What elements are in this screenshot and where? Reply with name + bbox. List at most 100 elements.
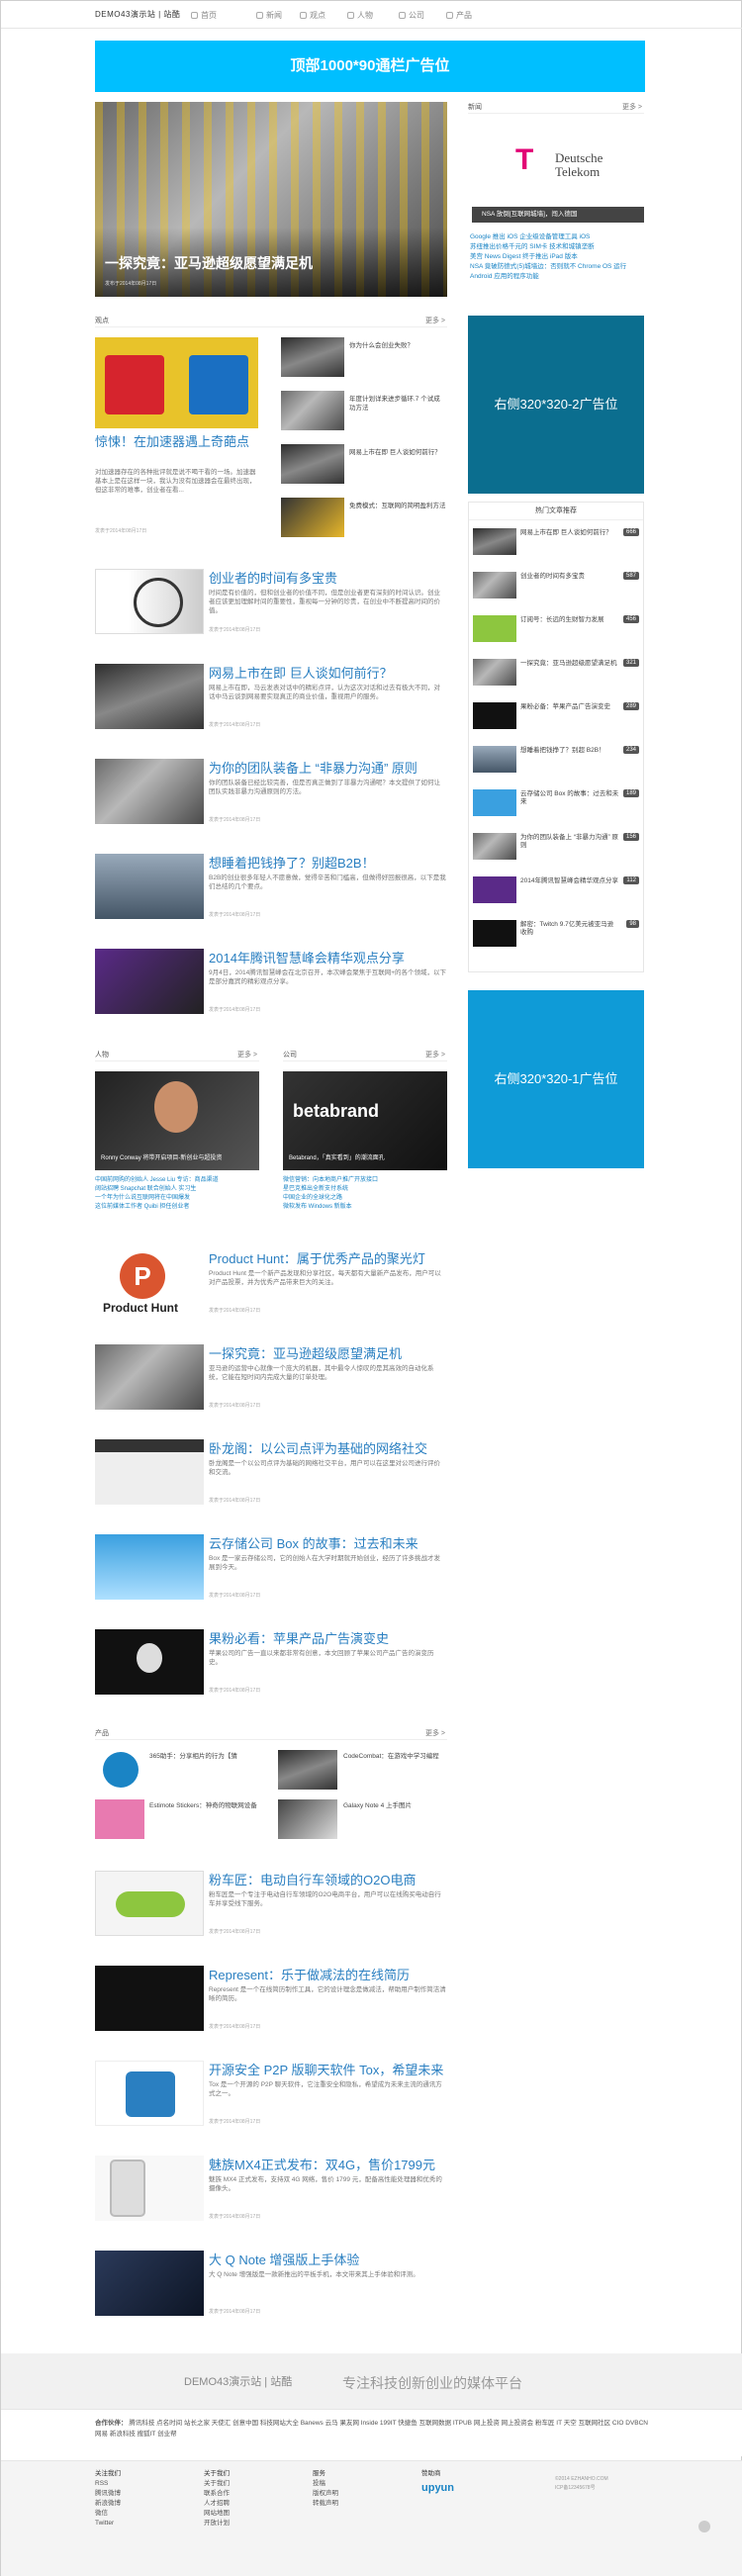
hot-item[interactable]: 解密：Twitch 9.7亿美元被亚马逊收购 98 — [469, 918, 645, 950]
article-item[interactable]: Represent：乐于做减法的在线简历 Represent 是一个在线简历制作… — [95, 1966, 447, 2045]
people-link[interactable]: 阔站招聘 Snapchat 联合创始人 实习生 — [95, 1185, 259, 1194]
news-link[interactable]: NSA 竟破防德式(5)城墙边：否则就不 Chrome OS 运行 Androi… — [470, 262, 644, 282]
people-link[interactable]: 一个年为什么说互联网将在中国爆发 — [95, 1194, 259, 1203]
views-side-link[interactable]: 年度计划详来进步循环.7 个试成功方法 — [349, 395, 446, 413]
views-side-link[interactable]: 网易上市在即 巨人谈如何前行？ — [349, 448, 446, 457]
product-link[interactable]: Estimote Stickers：神奇的物联网设备 — [149, 1801, 258, 1810]
product-thumb[interactable] — [95, 1799, 144, 1839]
article-title[interactable]: 果粉必看：苹果产品广告演变史 — [209, 1631, 446, 1647]
right-ad-1[interactable]: 右侧320*320-1广告位 — [468, 990, 644, 1168]
article-title[interactable]: 粉车匠：电动自行车领域的O2O电商 — [209, 1873, 446, 1888]
company-feature-image[interactable]: betabrand Betabrand，「真实看到」的潮流面孔 — [283, 1071, 447, 1170]
partner-link[interactable]: Inside — [361, 2420, 378, 2427]
footer-link[interactable]: 人才招聘 — [204, 2499, 313, 2509]
footer-link[interactable]: 关于我们 — [204, 2479, 313, 2489]
article-title[interactable]: Represent：乐于做减法的在线简历 — [209, 1968, 446, 1983]
partner-link[interactable]: Banews — [301, 2420, 324, 2427]
footer-link[interactable]: 转载声明 — [313, 2499, 421, 2509]
company-more-link[interactable]: 更多 > — [425, 1050, 445, 1059]
partner-link[interactable]: 腾讯科技 — [129, 2420, 154, 2427]
article-title[interactable]: 大 Q Note 增强版上手体验 — [209, 2253, 446, 2268]
article-title[interactable]: 为你的团队装备上 “非暴力沟通” 原则 — [209, 761, 446, 777]
article-item[interactable]: 一探究竟：亚马逊超级愿望满足机 亚马逊的运营中心就像一个庞大的机器，其中最令人惊… — [95, 1344, 447, 1424]
hot-item[interactable]: 果粉必备：苹果产品广告演变史 289 — [469, 700, 645, 732]
article-item[interactable]: 2014年腾讯智慧峰会精华观点分享 9月4日，2014腾讯智慧峰会在北京召开，本… — [95, 949, 447, 1028]
article-item[interactable]: 粉车匠：电动自行车领域的O2O电商 粉车匠是一个专注于电动自行车领域的O2O电商… — [95, 1871, 447, 1950]
views-side-thumb[interactable] — [281, 498, 344, 537]
product-thumb[interactable] — [278, 1799, 337, 1839]
views-side-thumb[interactable] — [281, 444, 344, 484]
partner-link[interactable]: 站长之家 — [184, 2420, 210, 2427]
partner-link[interactable]: 科技网站大全 — [260, 2420, 299, 2427]
footer-link[interactable]: 开放计划 — [204, 2519, 313, 2529]
product-link[interactable]: 365助手：分享相片的行为【猜 — [149, 1752, 258, 1761]
hero-slide[interactable]: 一探究竟：亚马逊超级愿望满足机 发布于2014年08月17日 — [95, 102, 447, 297]
article-title[interactable]: 2014年腾讯智慧峰会精华观点分享 — [209, 951, 446, 966]
sina-weibo-link[interactable]: 新浪微博 — [95, 2499, 204, 2509]
news-link[interactable]: 苏纽推出价格千元的 SIM卡 技术和城镇垄断 — [470, 242, 644, 252]
partner-link[interactable]: 快捷鱼 — [398, 2420, 417, 2427]
partner-link[interactable]: 点名时间 — [156, 2420, 182, 2427]
article-title[interactable]: 一探究竟：亚马逊超级愿望满足机 — [209, 1346, 446, 1362]
partner-link[interactable]: ITPUB — [453, 2420, 472, 2427]
hot-item[interactable]: 云存储公司 Box 的故事：过去和未来 189 — [469, 787, 645, 819]
article-item[interactable]: 想睡着把钱挣了？别超B2B！ B2B的创业很多年轻人不愿意做，觉得辛苦和门槛高，… — [95, 854, 447, 933]
partner-link[interactable]: 创意中国 — [232, 2420, 258, 2427]
partner-link[interactable]: CIO — [612, 2420, 624, 2427]
nav-news[interactable]: 新闻 — [256, 10, 282, 21]
people-link[interactable]: 中国前网购的创始人 Jesse Liu 专访：商品渠道 — [95, 1176, 259, 1185]
views-side-thumb[interactable] — [281, 337, 344, 377]
news-more-link[interactable]: 更多 > — [622, 102, 642, 112]
news-link[interactable]: Google 推出 iOS 企业级设备管理工具 iOS — [470, 232, 644, 242]
right-ad-2[interactable]: 右侧320*320-2广告位 — [468, 316, 644, 494]
company-link[interactable]: 中国企业的全球化之路 — [283, 1194, 447, 1203]
nav-views[interactable]: 观点 — [300, 10, 325, 21]
company-link[interactable]: 微信营销：向本地商户推广开放接口 — [283, 1176, 447, 1185]
article-item[interactable]: 果粉必看：苹果产品广告演变史 苹果公司的广告一直以来都非常有创意，本文回顾了苹果… — [95, 1629, 447, 1708]
footer-link[interactable]: 版权声明 — [313, 2489, 421, 2499]
upyun-logo[interactable]: upyun — [421, 2483, 530, 2494]
article-item[interactable]: 云存储公司 Box 的故事：过去和未来 Box 是一家云存储公司，它的创始人在大… — [95, 1534, 447, 1613]
products-more-link[interactable]: 更多 > — [425, 1728, 445, 1738]
partner-link[interactable]: 互联网社区 — [579, 2420, 611, 2427]
article-title[interactable]: Product Hunt：属于优秀产品的聚光灯 — [209, 1251, 446, 1267]
hot-item[interactable]: 一探究竟：亚马逊超级愿望满足机 321 — [469, 657, 645, 689]
people-more-link[interactable]: 更多 > — [237, 1050, 257, 1059]
site-logo[interactable]: DEMO43演示站 | 站酷 — [95, 9, 180, 20]
twitter-link[interactable]: Twitter — [95, 2519, 204, 2529]
company-link[interactable]: 微软发布 Windows 新版本 — [283, 1203, 447, 1212]
tencent-weibo-link[interactable]: 腾讯微博 — [95, 2489, 204, 2499]
partner-link[interactable]: 创业帮 — [157, 2431, 177, 2438]
partner-link[interactable]: 新浪科技 — [110, 2431, 136, 2438]
partner-link[interactable]: 网易 — [95, 2431, 108, 2438]
footer-link[interactable]: 网站地图 — [204, 2509, 313, 2519]
back-to-top-button[interactable] — [698, 2521, 710, 2532]
nav-company[interactable]: 公司 — [399, 10, 424, 21]
product-thumb[interactable] — [278, 1750, 337, 1790]
views-side-link[interactable]: 免费模式：互联网的简明盈利方法 — [349, 502, 446, 510]
footer-link[interactable]: 联系合作 — [204, 2489, 313, 2499]
article-title[interactable]: 创业者的时间有多宝贵 — [209, 571, 446, 587]
rss-link[interactable]: RSS — [95, 2479, 204, 2489]
hero-title[interactable]: 一探究竟：亚马逊超级愿望满足机 — [105, 253, 313, 273]
article-title[interactable]: 云存储公司 Box 的故事：过去和未来 — [209, 1536, 446, 1552]
partner-link[interactable]: 云马 — [325, 2420, 338, 2427]
partner-link[interactable]: 网上投资会 — [502, 2420, 534, 2427]
partner-link[interactable]: 网上投资 — [474, 2420, 500, 2427]
footer-logo[interactable]: DEMO43演示站 | 站酷 — [184, 2373, 292, 2389]
article-title[interactable]: 魅族MX4正式发布：双4G，售价1799元 — [209, 2158, 446, 2173]
views-side-link[interactable]: 你为什么会创业失败？ — [349, 341, 446, 350]
news-link[interactable]: 美宫 News Digest 终于推出 iPad 版本 — [470, 252, 644, 262]
hot-item[interactable]: 为你的团队装备上 “非暴力沟通” 原则 156 — [469, 831, 645, 863]
hot-item[interactable]: 订阅号：长远的生财智力发展 456 — [469, 613, 645, 645]
partner-link[interactable]: DVBCN — [625, 2420, 648, 2427]
partner-link[interactable]: 果友网 — [339, 2420, 359, 2427]
views-feature-title[interactable]: 惊悚！在加速器遇上奇葩点 — [95, 434, 258, 450]
hot-item[interactable]: 想睡着把钱挣了？别超 B2B！ 234 — [469, 744, 645, 776]
partner-link[interactable]: 搜狐IT — [138, 2431, 156, 2438]
people-feature-image[interactable]: Ronny Conway 将带开启项目-新创业与超投资 — [95, 1071, 259, 1170]
hot-item[interactable]: 2014年腾讯智慧峰会精华观点分享 112 — [469, 874, 645, 906]
views-more-link[interactable]: 更多 > — [425, 316, 445, 325]
partner-link[interactable]: IT 天空 — [556, 2420, 576, 2427]
news-feature-image[interactable]: T Deutsche Telekom — [472, 126, 644, 207]
